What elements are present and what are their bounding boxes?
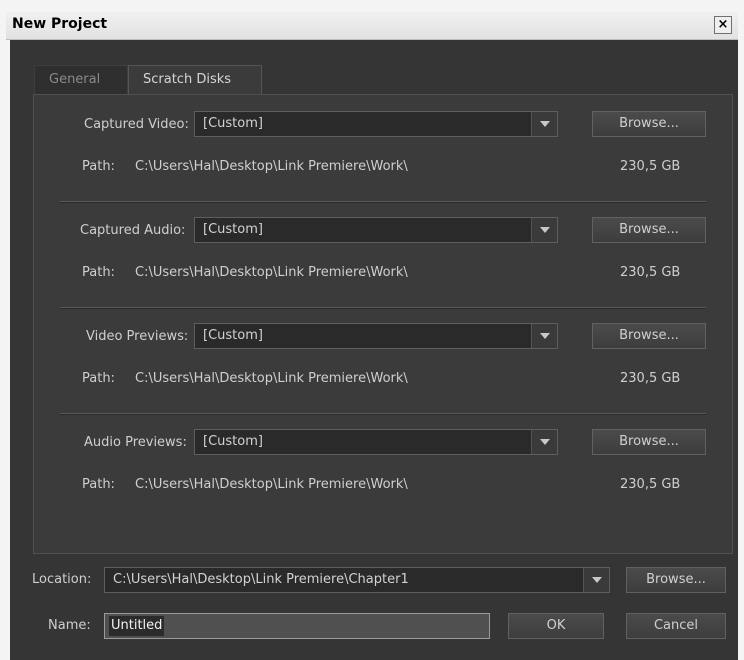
location-browse-button[interactable]: Browse... — [626, 567, 726, 593]
captured-audio-dropdown[interactable]: [Custom] — [194, 217, 558, 243]
captured-audio-path-label: Path: — [82, 265, 115, 280]
audio-previews-label: Audio Previews: — [84, 435, 187, 450]
captured-video-browse-button[interactable]: Browse... — [592, 111, 706, 137]
dialog-body: General Scratch Disks Captured Video: [C… — [10, 40, 738, 660]
audio-previews-browse-button[interactable]: Browse... — [592, 429, 706, 455]
video-previews-value: [Custom] — [203, 328, 263, 343]
captured-video-path-label: Path: — [82, 159, 115, 174]
video-previews-label: Video Previews: — [86, 329, 189, 344]
audio-previews-value: [Custom] — [203, 434, 263, 449]
location-value: C:\Users\Hal\Desktop\Link Premiere\Chapt… — [113, 572, 409, 587]
captured-audio-size: 230,5 GB — [620, 265, 681, 280]
name-label: Name: — [48, 618, 91, 633]
chevron-down-icon[interactable] — [531, 324, 557, 348]
tab-general[interactable]: General — [34, 65, 128, 95]
scratch-disks-panel: Captured Video: [Custom] Browse... Path:… — [33, 94, 733, 554]
audio-previews-section: Audio Previews: [Custom] Browse... Path:… — [34, 413, 732, 519]
window-title: New Project — [12, 16, 108, 32]
captured-video-path: C:\Users\Hal\Desktop\Link Premiere\Work\ — [135, 159, 408, 174]
new-project-window: New Project × General Scratch Disks Capt… — [0, 0, 744, 660]
captured-video-label: Captured Video: — [84, 117, 189, 132]
audio-previews-dropdown[interactable]: [Custom] — [194, 429, 558, 455]
captured-video-value: [Custom] — [203, 116, 263, 131]
audio-previews-path: C:\Users\Hal\Desktop\Link Premiere\Work\ — [135, 477, 408, 492]
location-label: Location: — [32, 572, 92, 587]
close-icon[interactable]: × — [714, 16, 732, 34]
captured-audio-value: [Custom] — [203, 222, 263, 237]
captured-video-dropdown[interactable]: [Custom] — [194, 111, 558, 137]
video-previews-section: Video Previews: [Custom] Browse... Path:… — [34, 307, 732, 413]
chevron-down-icon[interactable] — [531, 112, 557, 136]
cancel-button[interactable]: Cancel — [626, 613, 726, 639]
captured-audio-section: Captured Audio: [Custom] Browse... Path:… — [34, 201, 732, 307]
tab-scratch-disks[interactable]: Scratch Disks — [128, 65, 262, 95]
name-value[interactable]: Untitled — [109, 616, 165, 636]
chevron-down-icon[interactable] — [583, 568, 609, 592]
chevron-down-icon[interactable] — [531, 430, 557, 454]
captured-audio-browse-button[interactable]: Browse... — [592, 217, 706, 243]
video-previews-path-label: Path: — [82, 371, 115, 386]
captured-video-size: 230,5 GB — [620, 159, 681, 174]
video-previews-browse-button[interactable]: Browse... — [592, 323, 706, 349]
video-previews-dropdown[interactable]: [Custom] — [194, 323, 558, 349]
captured-audio-path: C:\Users\Hal\Desktop\Link Premiere\Work\ — [135, 265, 408, 280]
title-bar[interactable]: New Project × — [6, 12, 738, 40]
video-previews-size: 230,5 GB — [620, 371, 681, 386]
location-dropdown[interactable]: C:\Users\Hal\Desktop\Link Premiere\Chapt… — [104, 567, 610, 593]
chevron-down-icon[interactable] — [531, 218, 557, 242]
audio-previews-path-label: Path: — [82, 477, 115, 492]
audio-previews-size: 230,5 GB — [620, 477, 681, 492]
ok-button[interactable]: OK — [508, 613, 604, 639]
video-previews-path: C:\Users\Hal\Desktop\Link Premiere\Work\ — [135, 371, 408, 386]
name-input[interactable]: Untitled — [104, 613, 490, 639]
captured-video-section: Captured Video: [Custom] Browse... Path:… — [34, 95, 732, 201]
captured-audio-label: Captured Audio: — [80, 223, 186, 238]
